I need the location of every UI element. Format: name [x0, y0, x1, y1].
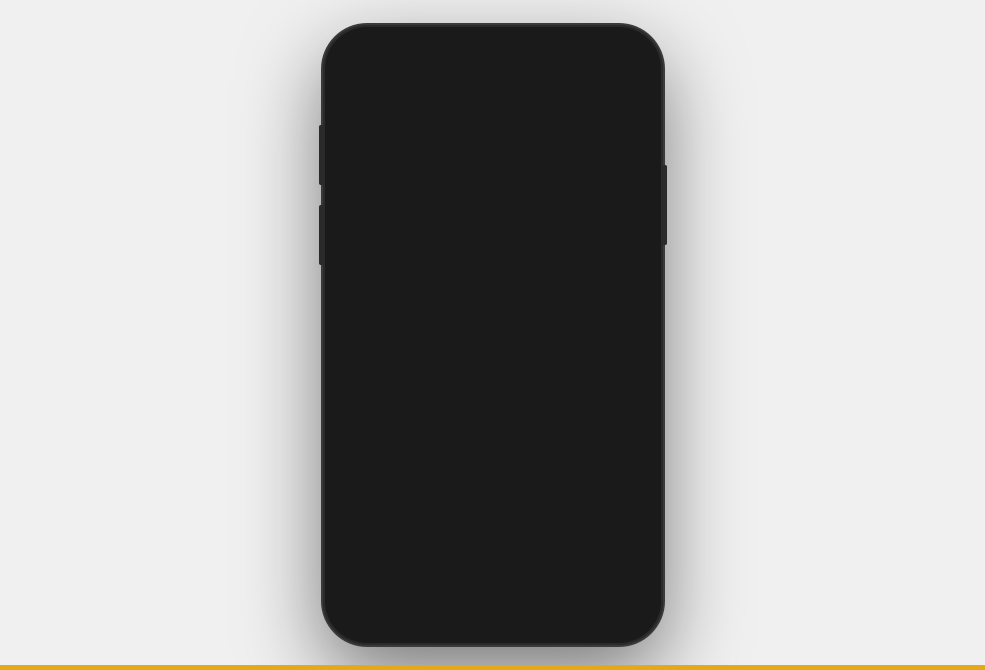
list-item-chevron-3: › — [626, 449, 630, 465]
list-item-title-5: Envirocare — [357, 564, 619, 583]
list-item-title-3: Winters Edge Inc — [357, 439, 619, 458]
list-item-title-4: The Envisioneering Group — [357, 502, 619, 521]
list-item-content-2: Local Wisdom Website Redesign Account Ma… — [357, 376, 619, 412]
list-item-content-5: Envirocare Account Manager — [357, 564, 619, 587]
list-item-subtitle-3: Account Manager — [357, 461, 619, 475]
search-icon[interactable] — [559, 96, 587, 124]
current-date: 04 / 25 / 2017 — [445, 207, 541, 223]
date-nav-row: ◀ 04 / 25 / 2017 ▶ — [341, 194, 645, 236]
top-bar — [341, 85, 645, 135]
list-item[interactable]: The Envisioneering Group Account Manager… — [341, 488, 645, 551]
top-bar-right-icons — [559, 96, 629, 124]
list-item[interactable]: Winters Edge Inc Account Manager › — [341, 425, 645, 488]
list-item-subtitle-2: Account Manager — [357, 398, 619, 412]
list-item-content-1: Resource Hero Website Redesign Account M… — [357, 313, 619, 349]
notification-icon[interactable] — [601, 96, 629, 124]
list-item-chevron-4: › — [626, 512, 630, 528]
prev-date-button[interactable]: ◀ — [355, 204, 369, 225]
list-item-title-2: Local Wisdom Website Redesign — [357, 376, 619, 395]
menu-icon[interactable] — [357, 96, 385, 124]
phone-scene: Resource Hero Time Track.. ◀ 04 / 25 / 2… — [323, 25, 663, 645]
list-item-title-0: Vacations — [357, 250, 619, 269]
list-item-chevron-5: › — [626, 574, 630, 587]
next-date-button[interactable]: ▶ — [617, 204, 631, 225]
list-item-title-1: Resource Hero Website Redesign — [357, 313, 619, 332]
list-item-content-0: Vacations Account Manager — [357, 250, 619, 286]
list-item-chevron-0: › — [626, 260, 630, 276]
list-item-subtitle-1: Account Manager — [357, 335, 619, 349]
list-item[interactable]: Envirocare Account Manager › — [341, 550, 645, 587]
list-item-chevron-1: › — [626, 323, 630, 339]
list-item[interactable]: Vacations Account Manager › — [341, 236, 645, 299]
list-item-subtitle-5: Account Manager — [357, 586, 619, 587]
list-item-subtitle-4: Account Manager — [357, 523, 619, 537]
list-item[interactable]: Local Wisdom Website Redesign Account Ma… — [341, 362, 645, 425]
list-item[interactable]: Resource Hero Website Redesign Account M… — [341, 299, 645, 362]
project-list: Vacations Account Manager › Resource Her… — [341, 236, 645, 587]
list-item-content-4: The Envisioneering Group Account Manager — [357, 502, 619, 538]
bottom-gold-bar — [0, 665, 985, 670]
list-item-content-3: Winters Edge Inc Account Manager — [357, 439, 619, 475]
app-logo — [355, 147, 389, 181]
app-header: Resource Hero Time Track.. — [341, 135, 645, 194]
app-title: Resource Hero Time Track.. — [399, 155, 586, 173]
list-item-chevron-2: › — [626, 386, 630, 402]
list-item-subtitle-0: Account Manager — [357, 272, 619, 286]
screen-viewport: Resource Hero Time Track.. ◀ 04 / 25 / 2… — [341, 85, 645, 587]
